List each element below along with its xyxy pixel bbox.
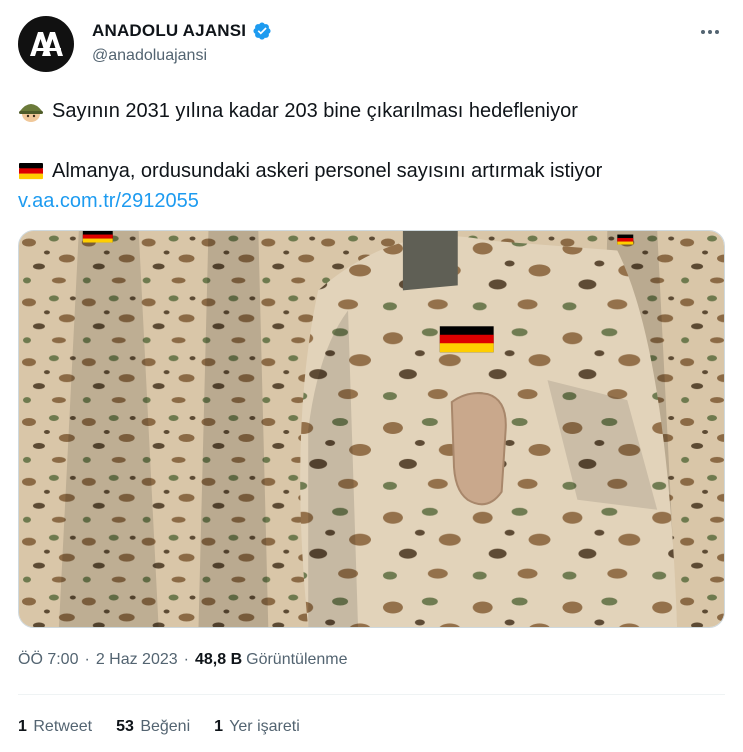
bookmarks-stat[interactable]: 1 Yer işareti [214,718,300,736]
tweet-time[interactable]: ÖÖ 7:00 [18,651,78,669]
soldiers-photo-icon [19,231,724,627]
tweet-link[interactable]: v.aa.com.tr/2912055 [18,186,199,216]
separator-dot: · [84,651,90,668]
author-display-name[interactable]: ANADOLU AJANSI [92,21,246,41]
author-handle[interactable]: @anadoluajansi [92,47,207,65]
avatar[interactable] [18,16,74,72]
retweets-stat[interactable]: 1 Retweet [18,718,92,736]
tweet-meta: ÖÖ 7:00 · 2 Haz 2023 · 48,8 B Görüntülen… [18,651,348,669]
likes-count: 53 [116,718,134,735]
tweet-line-1: Sayının 2031 yılına kadar 203 bine çıkar… [18,96,718,126]
verified-badge-icon [253,22,271,40]
tweet-line-2-text: Almanya, ordusundaki askeri personel say… [52,160,603,182]
likes-label: Beğeni [140,718,191,735]
divider [18,694,725,695]
tweet-stats: 1 Retweet 53 Beğeni 1 Yer işareti [18,718,324,736]
views-count[interactable]: 48,8 B [195,651,242,669]
tweet-media-image[interactable] [18,230,725,628]
military-helmet-icon [19,104,43,122]
retweets-label: Retweet [33,718,93,735]
likes-stat[interactable]: 53 Beğeni [116,718,190,736]
separator-dot: · [183,651,189,668]
tweet-date[interactable]: 2 Haz 2023 [96,651,178,669]
bookmarks-count: 1 [214,718,224,735]
tweet-link-line: v.aa.com.tr/2912055 [18,186,718,216]
more-dot-icon [708,30,712,34]
retweets-count: 1 [18,718,27,735]
more-options-button[interactable] [697,22,723,42]
tweet-line-2: Almanya, ordusundaki askeri personel say… [18,156,718,186]
more-dot-icon [701,30,705,34]
bookmarks-label: Yer işareti [229,718,300,735]
tweet-text: Sayının 2031 yılına kadar 203 bine çıkar… [18,96,718,216]
tweet-line-1-text: Sayının 2031 yılına kadar 203 bine çıkar… [52,100,578,122]
germany-flag-icon [19,163,43,180]
author-name-row: ANADOLU AJANSI [92,21,272,41]
anadolu-ajansi-logo-icon [30,32,63,56]
more-dot-icon [715,30,719,34]
views-label: Görüntülenme [246,651,348,668]
